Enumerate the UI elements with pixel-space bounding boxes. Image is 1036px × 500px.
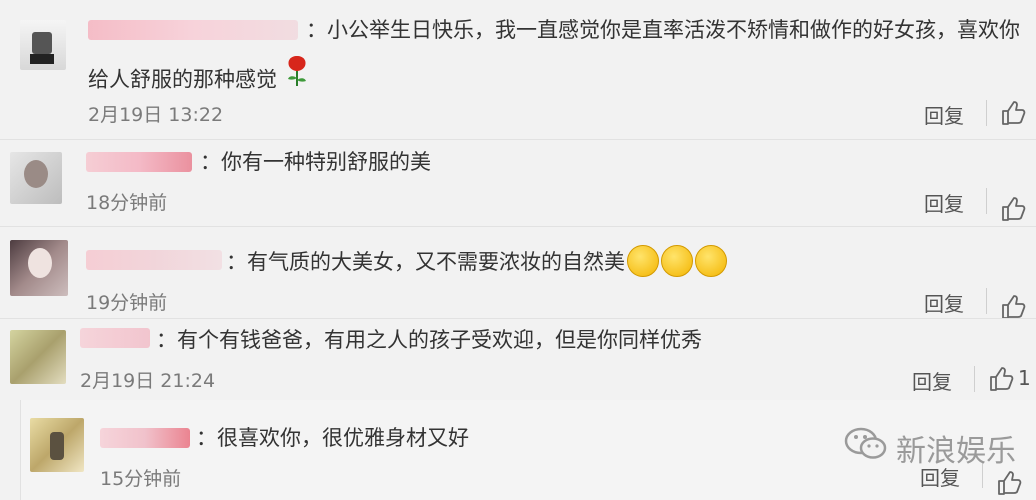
avatar[interactable] [10,330,66,384]
watermark-label: 新浪娱乐 [896,434,1016,469]
separator [986,188,987,214]
reply-button[interactable]: 回复 [912,366,952,395]
thumbs-up-icon[interactable] [1000,294,1026,320]
avatar[interactable] [10,152,62,204]
avatar[interactable] [20,20,66,70]
comment-time: 18分钟前 [86,192,168,214]
thumbs-up-icon[interactable] [988,366,1014,392]
avatar[interactable] [30,418,84,472]
rose-icon [284,54,310,99]
comment-time: 15分钟前 [100,468,182,490]
comment-text: ：有个有钱爸爸，有用之人的孩子受欢迎，但是你同样优秀 [156,328,702,352]
teary-face-icon [695,245,727,277]
username[interactable] [86,152,192,172]
watermark: 新浪娱乐 [844,426,1016,470]
comment-time: 19分钟前 [86,292,168,314]
separator [986,288,987,314]
teary-face-icon [627,245,659,277]
comment-text: ：小公举生日快乐，我一直感觉你是直率活泼不矫情和做作的好女孩，喜欢你 [306,18,1020,42]
username[interactable] [88,20,298,40]
comment-text: ：你有一种特别舒服的美 [200,150,431,174]
comment-time: 2月19日 21:24 [80,370,216,392]
username[interactable] [100,428,190,448]
wechat-icon [844,426,888,470]
divider [0,318,1036,319]
username[interactable] [86,250,222,270]
like-count: 1 [1018,366,1031,390]
reply-button[interactable]: 回复 [924,188,964,217]
divider [0,226,1036,227]
thumbs-up-icon[interactable] [1000,196,1026,222]
comment-text: ：有气质的大美女，又不需要浓妆的自然美 [226,244,727,280]
thumbs-up-icon[interactable] [1000,100,1026,126]
username[interactable] [80,328,150,348]
reply-button[interactable]: 回复 [924,288,964,317]
thumbs-up-icon[interactable] [996,470,1022,496]
divider [0,139,1036,140]
comment-time: 2月19日 13:22 [88,104,224,126]
comment-text-line2: 给人舒服的那种感觉 [88,56,310,103]
reply-button[interactable]: 回复 [924,100,964,129]
avatar[interactable] [10,240,68,296]
separator [986,100,987,126]
separator [974,366,975,392]
comment-text: ：很喜欢你，很优雅身材又好 [196,426,469,450]
teary-face-icon [661,245,693,277]
